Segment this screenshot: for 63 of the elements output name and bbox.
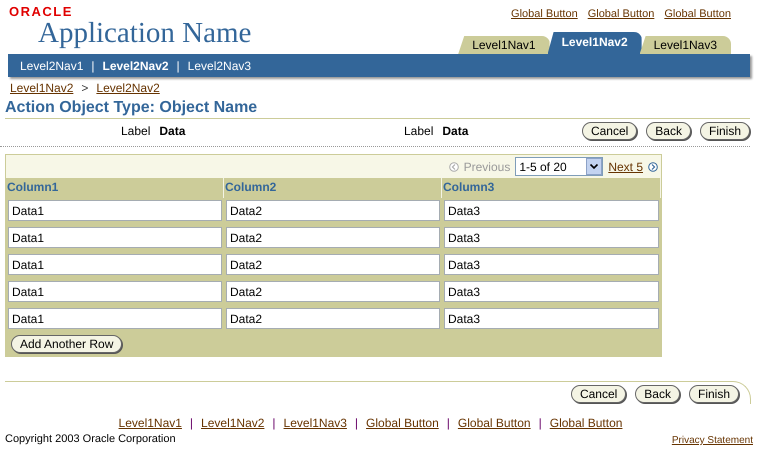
table-input-field[interactable]: Data1 (8, 254, 222, 275)
oracle-logo: ORACLE (9, 5, 73, 18)
breadcrumb-link[interactable]: Level1Nav2 (10, 81, 74, 95)
level1-tab[interactable]: Level1Nav2 (548, 32, 642, 54)
action-button[interactable]: Cancel (582, 122, 638, 140)
table-input-field[interactable]: Data2 (226, 227, 440, 248)
action-button[interactable]: Back (635, 385, 680, 403)
add-row-button[interactable]: Add Another Row (11, 335, 122, 353)
level1-tab[interactable]: Level1Nav3 (640, 36, 731, 54)
level1-tab[interactable]: Level1Nav1 (458, 36, 550, 54)
table-input-field[interactable]: Data2 (226, 254, 440, 275)
link-separator: | (272, 416, 276, 430)
breadcrumb-separator: > (81, 81, 88, 95)
application-name: Application Name (38, 18, 252, 48)
column-header: Column2 (224, 178, 442, 198)
link-separator: | (190, 416, 194, 430)
next-link[interactable]: Next 5 (608, 160, 643, 174)
footer-link[interactable]: Global Button (550, 416, 622, 430)
previous-icon (448, 162, 459, 172)
breadcrumb-link[interactable]: Level2Nav2 (96, 81, 160, 95)
column-header: Column3 (442, 178, 661, 198)
field-value: Data (159, 124, 186, 138)
column-header: Column1 (6, 178, 224, 198)
field-value: Data (442, 124, 468, 138)
action-button[interactable]: Finish (688, 385, 739, 403)
table-input-field[interactable]: Data3 (444, 281, 659, 302)
page-title: Action Object Type: Object Name (5, 95, 750, 119)
nav-separator: | (176, 58, 181, 72)
field-label: Label (121, 124, 150, 138)
level2-nav-link[interactable]: Level2Nav1 (20, 58, 84, 72)
footer-link[interactable]: Global Button (366, 416, 439, 430)
table-input-field[interactable]: Data1 (8, 281, 222, 302)
table-input-field[interactable]: Data3 (444, 200, 659, 221)
table-input-field[interactable]: Data1 (8, 200, 222, 221)
table-input-field[interactable]: Data3 (444, 254, 659, 275)
table-input-field[interactable]: Data2 (226, 281, 440, 302)
link-separator: | (354, 416, 358, 430)
footer-link[interactable]: Level1Nav1 (118, 416, 182, 430)
range-select[interactable]: 1-5 of 20 (515, 157, 604, 176)
link-separator: | (538, 416, 542, 430)
nav-separator: | (90, 58, 96, 72)
copyright-text: Copyright 2003 Oracle Corporation (5, 433, 176, 446)
table-input-field[interactable]: Data2 (226, 308, 440, 329)
table-input-field[interactable]: Data3 (444, 227, 659, 248)
global-button-link[interactable]: Global Button (511, 8, 578, 20)
table-input-field[interactable]: Data1 (8, 227, 222, 248)
footer-link[interactable]: Global Button (458, 416, 531, 430)
table-input-field[interactable]: Data3 (444, 308, 659, 329)
field-label: Label (404, 124, 434, 138)
global-button-link[interactable]: Global Button (588, 8, 654, 20)
action-button[interactable]: Finish (700, 122, 750, 140)
next-icon (648, 162, 658, 172)
level2-nav-link[interactable]: Level2Nav2 (102, 58, 169, 72)
action-button[interactable]: Back (646, 122, 691, 140)
level2-nav-link[interactable]: Level2Nav3 (188, 58, 252, 72)
action-button[interactable]: Cancel (570, 385, 626, 403)
table-input-field[interactable]: Data1 (8, 308, 222, 329)
footer-link[interactable]: Level1Nav3 (284, 416, 347, 430)
table-input-field[interactable]: Data2 (226, 200, 440, 221)
global-button-link[interactable]: Global Button (664, 8, 731, 20)
footer-link[interactable]: Level1Nav2 (201, 416, 264, 430)
link-separator: | (446, 416, 450, 430)
privacy-link[interactable]: Privacy Statement (672, 435, 753, 446)
